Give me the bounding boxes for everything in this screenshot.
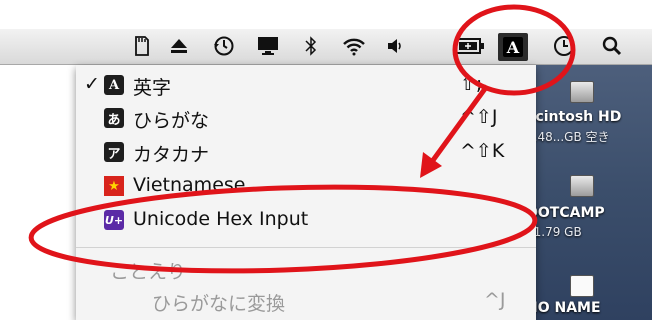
disk-name: OOTCAMP [526,205,605,221]
input-menu-letter: A [503,37,523,57]
menu-separator [76,247,536,248]
disk-capacity: 7.48...GB 空き [526,130,610,144]
menu-item-shortcut: ⇧; [460,73,483,95]
menu-item-unicode-hex-input[interactable]: U+ Unicode Hex Input [76,206,536,236]
menu-item-label: Vietnamese [133,174,246,196]
bluetooth-icon[interactable] [297,33,325,59]
menu-item-label: カタカナ [133,144,210,166]
menu-section-header: ことえり [76,255,536,285]
disk-capacity: 81.79 GB [526,225,582,239]
sd-card-icon[interactable] [128,33,156,59]
menu-item-katakana[interactable]: ア カタカナ ^⇧K [76,138,536,168]
section-header-label: ことえり [110,261,187,283]
desktop: acintosh HD 7.48...GB 空き OOTCAMP 81.79 G… [526,65,652,320]
menu-item-label: ひらがなに変換 [152,293,286,315]
menu-item-label: ひらがな [133,110,210,132]
menu-item-convert-to-hiragana: ひらがなに変換 ^J [76,287,536,317]
eject-icon[interactable] [165,33,193,59]
hiragana-badge-icon: あ [104,108,124,128]
sd-card-drive-icon [570,275,594,297]
menu-item-hiragana[interactable]: あ ひらがな ^⇧J [76,104,536,134]
menu-item-shortcut: ^J [484,289,506,311]
battery-icon[interactable] [453,33,487,59]
alphabet-badge-icon: A [104,75,124,95]
unicode-badge-icon: U+ [104,210,124,230]
input-menu-icon[interactable]: A [498,33,528,61]
menu-item-label: Unicode Hex Input [133,208,309,230]
katakana-badge-icon: ア [104,142,124,162]
checkmark-icon: ✓ [84,73,100,95]
hard-drive-icon [570,81,594,103]
hard-drive-icon [570,175,594,197]
clock-icon[interactable] [550,33,578,59]
input-source-menu: ✓ A 英字 ⇧; あ ひらがな ^⇧J ア カタカナ ^⇧K ★ Vietna… [76,65,536,320]
display-icon[interactable] [254,33,282,59]
volume-icon[interactable] [381,33,409,59]
menu-item-shortcut: ^⇧J [460,106,498,128]
spotlight-icon[interactable] [598,33,626,59]
disk-name: acintosh HD [526,109,622,125]
disk-name: NO NAME [526,300,601,316]
menu-bar [0,29,652,65]
wifi-icon[interactable] [340,33,368,59]
menu-item-eiji[interactable]: ✓ A 英字 ⇧; [76,71,536,101]
menu-item-label: 英字 [133,77,172,99]
time-machine-icon[interactable] [210,33,238,59]
menu-item-vietnamese[interactable]: ★ Vietnamese [76,172,536,202]
vietnam-flag-icon: ★ [104,176,124,196]
menu-item-shortcut: ^⇧K [460,140,505,162]
